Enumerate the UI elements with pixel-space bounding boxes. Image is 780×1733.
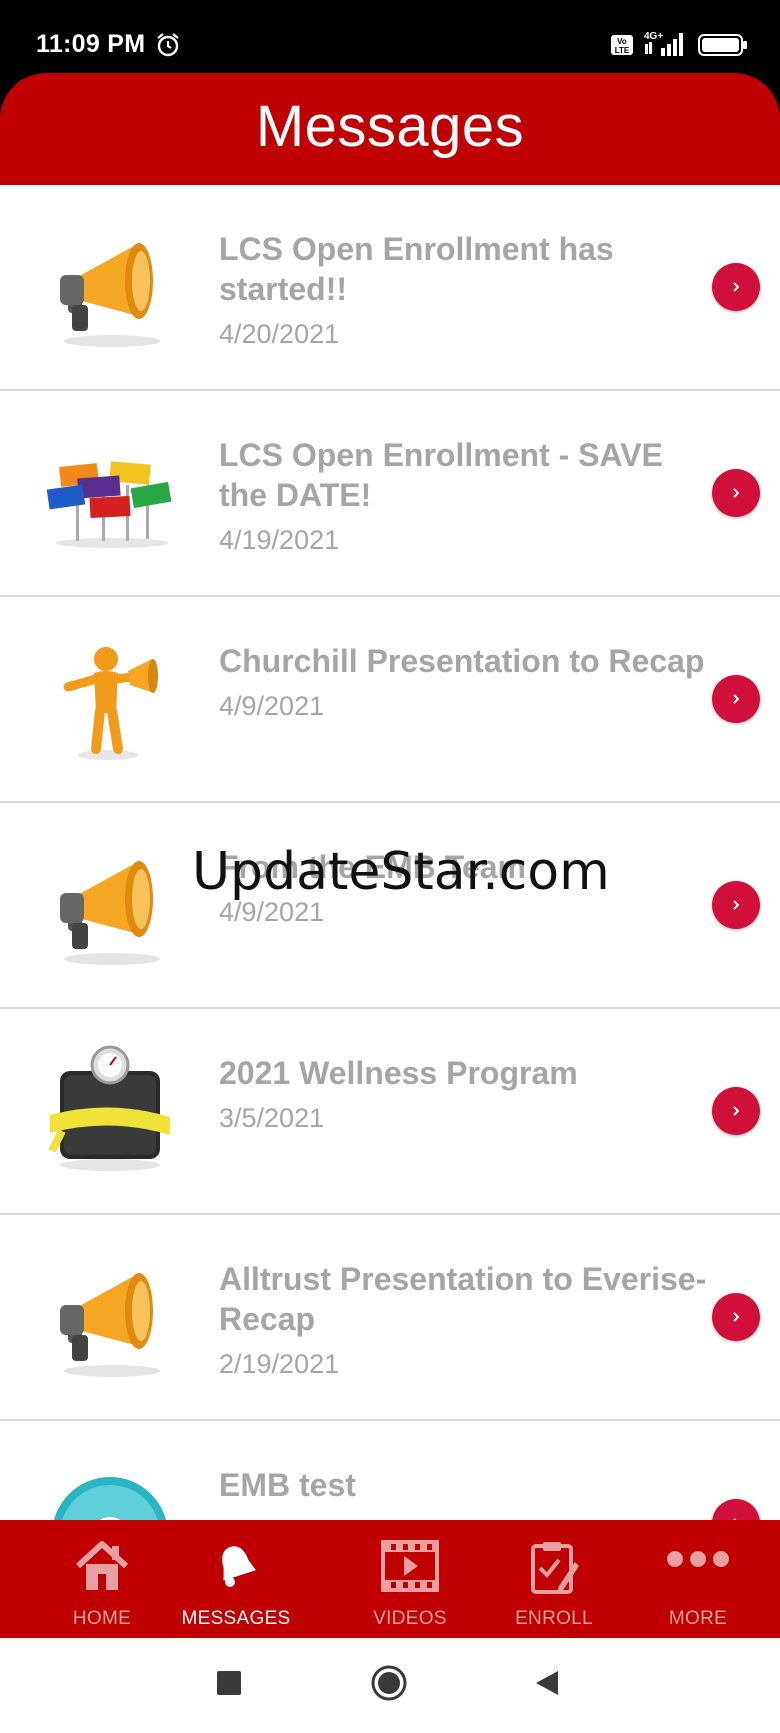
more-dots-icon	[667, 1551, 729, 1567]
figure-megaphone-icon	[63, 647, 158, 760]
message-title: LCS Open Enrollment - SAVE the DATE!	[219, 437, 663, 513]
message-row[interactable]: LCS Open Enrollment - SAVE the DATE! 4/1…	[0, 391, 780, 597]
status-time: 11:09 PM	[36, 30, 146, 58]
battery-icon	[698, 34, 747, 56]
message-row[interactable]: Alltrust Presentation to Everise-Recap 2…	[0, 1215, 780, 1421]
signal-4g-icon: 4G+	[644, 31, 683, 56]
message-row[interactable]: LCS Open Enrollment has started!! 4/20/2…	[0, 185, 780, 391]
alarm-icon	[157, 33, 179, 57]
message-title: EMB test	[219, 1467, 356, 1503]
chevron-right-icon[interactable]	[712, 1499, 760, 1520]
volte-icon: Vo LTE	[611, 35, 633, 55]
nav-enroll[interactable]: ENROLL	[479, 1520, 629, 1638]
nav-home[interactable]: HOME	[27, 1520, 177, 1638]
message-title: Alltrust Presentation to Everise-Recap	[219, 1261, 707, 1337]
nav-videos[interactable]: VIDEOS	[335, 1520, 485, 1638]
bell-icon	[222, 1546, 256, 1587]
message-row[interactable]: Churchill Presentation to Recap 4/9/2021	[0, 597, 780, 803]
video-icon	[381, 1540, 439, 1592]
clipboard-icon	[531, 1542, 579, 1594]
home-icon	[75, 1541, 129, 1590]
bottom-nav: HOME MESSAGES VIDEOS ENROLL MORE	[0, 1520, 780, 1638]
nav-videos-label: VIDEOS	[373, 1608, 447, 1629]
megaphone-icon	[60, 861, 160, 965]
nav-enroll-label: ENROLL	[515, 1608, 593, 1629]
chevron-right-icon[interactable]	[712, 469, 760, 517]
message-date: 4/19/2021	[219, 525, 340, 555]
message-row[interactable]: From the EMB Team 4/9/2021	[0, 803, 780, 1009]
message-title: 2021 Wellness Program	[219, 1055, 578, 1091]
header-bar: Messages	[0, 73, 780, 185]
nav-more-label: MORE	[668, 1608, 728, 1629]
chevron-right-icon[interactable]	[712, 675, 760, 723]
disc-icon	[53, 1477, 167, 1520]
message-date: 2/19/2021	[219, 1349, 340, 1379]
nav-messages[interactable]: MESSAGES	[161, 1520, 311, 1638]
nav-more[interactable]: MORE	[623, 1520, 773, 1638]
recents-icon[interactable]	[216, 1670, 242, 1696]
message-date: 4/9/2021	[219, 691, 325, 721]
megaphone-icon	[60, 1273, 160, 1377]
message-row[interactable]: EMB test	[0, 1421, 780, 1520]
message-date: 3/5/2021	[219, 1103, 325, 1133]
question-signs-icon	[46, 461, 172, 548]
nav-home-label: HOME	[72, 1608, 132, 1629]
chevron-right-icon[interactable]	[712, 263, 760, 311]
nav-messages-label: MESSAGES	[181, 1608, 291, 1629]
svg-text:LTE: LTE	[615, 46, 630, 55]
scale-tape-icon	[48, 1045, 170, 1171]
page-title: Messages	[255, 93, 525, 159]
svg-text:4G+: 4G+	[644, 31, 663, 42]
back-icon[interactable]	[534, 1669, 560, 1697]
watermark-text: UpdateStar.com	[192, 842, 610, 902]
system-nav-bar	[0, 1638, 780, 1733]
message-row[interactable]: 2021 Wellness Program 3/5/2021	[0, 1009, 780, 1215]
message-date: 4/20/2021	[219, 319, 340, 349]
svg-text:Vo: Vo	[617, 37, 627, 46]
megaphone-icon	[60, 243, 160, 347]
message-title: LCS Open Enrollment has started!!	[219, 231, 614, 307]
chevron-right-icon[interactable]	[712, 881, 760, 929]
chevron-right-icon[interactable]	[712, 1293, 760, 1341]
home-button-icon[interactable]	[371, 1665, 407, 1701]
chevron-right-icon[interactable]	[712, 1087, 760, 1135]
message-title: Churchill Presentation to Recap	[219, 643, 705, 679]
